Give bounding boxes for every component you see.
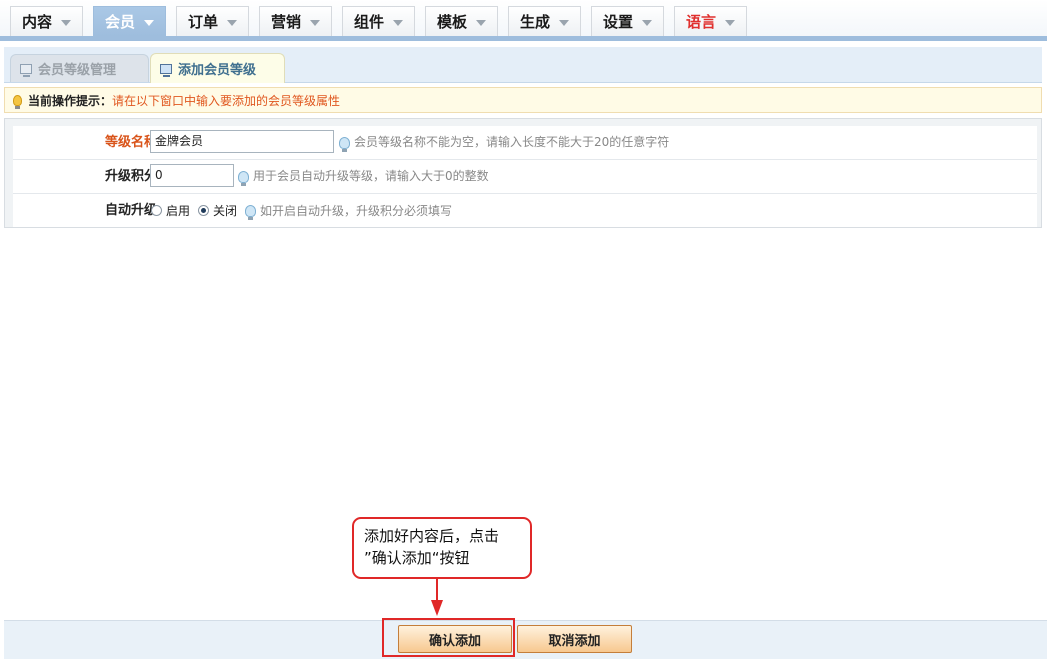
chevron-down-icon	[61, 19, 71, 26]
chevron-down-icon	[559, 19, 569, 26]
confirm-button-highlight	[382, 618, 515, 657]
tab-add-member-level[interactable]: 添加会员等级	[150, 53, 285, 83]
chevron-down-icon	[393, 19, 403, 26]
hint-text: 会员等级名称不能为空，请输入长度不能大于20的任意字符	[354, 135, 670, 149]
chevron-down-icon	[227, 19, 237, 26]
radio-enable-label[interactable]: 启用	[166, 202, 190, 219]
auto-upgrade-hint: 如开启自动升级，升级积分必须填写	[260, 204, 453, 218]
nav-tab-label: 内容	[21, 13, 52, 31]
nav-underline	[0, 36, 1047, 41]
radio-disable[interactable]	[198, 205, 210, 216]
chevron-down-icon	[144, 19, 154, 26]
operation-tip-bar: 当前操作提示： 请在以下窗口中输入要添加的会员等级属性	[4, 87, 1042, 113]
lightbulb-icon	[238, 170, 249, 186]
nav-tab-label: 生成	[519, 13, 550, 31]
form-row-level-name: 等级名称 金牌会员 会员等级名称不能为空，请输入长度不能大于20的任意字符	[13, 126, 1037, 160]
monitor-icon	[20, 63, 32, 77]
upgrade-points-hint: 用于会员自动升级等级，请输入大于0的整数	[238, 160, 489, 193]
nav-tab-settings[interactable]: 设置	[591, 6, 664, 36]
nav-tab-components[interactable]: 组件	[342, 6, 415, 36]
tip-text: 请在以下窗口中输入要添加的会员等级属性	[112, 93, 341, 108]
nav-tab-orders[interactable]: 订单	[176, 6, 249, 36]
nav-tab-language[interactable]: 语言	[674, 6, 747, 36]
tab-label: 添加会员等级	[178, 63, 257, 78]
tab-member-level-manage[interactable]: 会员等级管理	[10, 54, 149, 82]
upgrade-points-input[interactable]: 0	[150, 164, 234, 187]
monitor-icon	[160, 63, 172, 77]
hint-text: 用于会员自动升级等级，请输入大于0的整数	[253, 169, 489, 183]
nav-tab-label: 营销	[270, 13, 301, 31]
form-row-auto-upgrade: 自动升级 启用 关闭 如开启自动升级，升级积分必须填写	[13, 194, 1037, 227]
instruction-callout: 添加好内容后，点击 ”确认添加“按钮	[352, 517, 532, 579]
cancel-add-button[interactable]: 取消添加	[517, 625, 632, 653]
top-navigation: 内容 会员 订单 营销 组件 模板 生成 设置 语言	[0, 0, 1047, 41]
nav-tab-content[interactable]: 内容	[10, 6, 83, 36]
callout-line-2: ”确认添加“按钮	[364, 549, 470, 567]
lightbulb-icon	[13, 94, 22, 109]
tip-label: 当前操作提示：	[28, 93, 113, 108]
level-name-input[interactable]: 金牌会员	[150, 130, 334, 153]
level-name-hint: 会员等级名称不能为空，请输入长度不能大于20的任意字符	[339, 126, 669, 159]
radio-disable-label[interactable]: 关闭	[213, 202, 237, 219]
nav-tab-label: 模板	[436, 13, 467, 31]
nav-tab-generate[interactable]: 生成	[508, 6, 581, 36]
arrow-down-icon	[431, 600, 443, 616]
form-row-upgrade-points: 升级积分 0 用于会员自动升级等级，请输入大于0的整数	[13, 160, 1037, 194]
chevron-down-icon	[310, 19, 320, 26]
callout-line-1: 添加好内容后，点击	[364, 527, 500, 545]
nav-tab-label: 语言	[685, 13, 716, 31]
member-level-form: 等级名称 金牌会员 会员等级名称不能为空，请输入长度不能大于20的任意字符 升级…	[4, 118, 1042, 228]
auto-upgrade-label: 自动升级	[104, 203, 157, 218]
chevron-down-icon	[642, 19, 652, 26]
tab-label: 会员等级管理	[38, 63, 117, 78]
radio-enable[interactable]	[151, 205, 162, 216]
lightbulb-icon	[339, 136, 350, 152]
nav-tab-label: 会员	[104, 13, 135, 31]
nav-tab-label: 订单	[187, 13, 218, 31]
nav-tab-member[interactable]: 会员	[93, 6, 166, 36]
sub-tab-bar: 会员等级管理 添加会员等级	[4, 47, 1042, 83]
lightbulb-icon	[245, 204, 257, 220]
auto-upgrade-options: 启用 关闭 如开启自动升级，升级积分必须填写	[151, 194, 452, 227]
nav-tab-marketing[interactable]: 营销	[259, 6, 332, 36]
chevron-down-icon	[725, 19, 735, 26]
nav-tab-label: 设置	[602, 13, 633, 31]
nav-tab-label: 组件	[353, 13, 384, 31]
chevron-down-icon	[476, 19, 486, 26]
nav-tab-templates[interactable]: 模板	[425, 6, 498, 36]
